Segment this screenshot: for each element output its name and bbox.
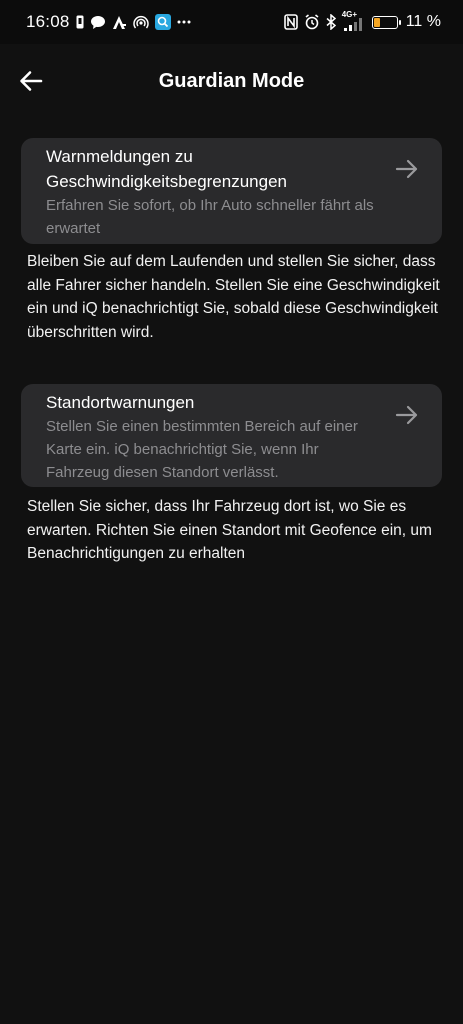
location-alerts-title: Standortwarnungen — [46, 393, 195, 412]
battery-percentage: 11 % — [405, 13, 441, 30]
location-alerts-description: Stellen Sie sicher, dass Ihr Fahrzeug do… — [27, 498, 432, 562]
status-time: 16:08 — [26, 12, 70, 31]
system-icons: 4G+ 11 % — [283, 10, 441, 32]
battery-icon — [371, 15, 401, 29]
sim-icon — [76, 15, 84, 29]
status-bar: 16:08 4G+ 11 % — [0, 0, 463, 44]
notification-icons — [76, 13, 191, 31]
battery-fill — [373, 17, 380, 27]
arrow-right-icon — [395, 159, 418, 179]
more-dots-icon — [177, 20, 191, 24]
search-app-icon — [155, 14, 171, 30]
location-alerts-subtitle: Stellen Sie einen bestimmten Bereich auf… — [46, 418, 358, 481]
chat-bubble-icon — [91, 15, 105, 29]
cell-signal: 4G+ — [342, 10, 366, 31]
nfc-icon — [283, 14, 298, 30]
alarm-icon — [305, 14, 319, 30]
screen: 16:08 4G+ 11 % Guardian Mode Warnmeldung… — [0, 0, 463, 1024]
speed-alerts-subtitle: Erfahren Sie sofort, ob Ihr Auto schnell… — [46, 197, 374, 237]
bluetooth-icon — [326, 14, 336, 30]
speed-alerts-description: Bleiben Sie auf dem Laufenden und stelle… — [27, 253, 440, 341]
speed-alerts-card[interactable]: Warnmeldungen zu Geschwindigkeitsbegrenz… — [21, 138, 442, 244]
arrow-right-icon — [395, 405, 418, 425]
page-title: Guardian Mode — [158, 70, 305, 92]
app-a-icon — [113, 15, 126, 29]
location-alerts-card[interactable]: Standortwarnungen Stellen Sie einen best… — [21, 384, 442, 487]
hotspot-icon — [133, 15, 149, 29]
speed-alerts-title: Warnmeldungen zu Geschwindigkeitsbegrenz… — [46, 147, 287, 191]
signal-icon — [343, 18, 362, 31]
